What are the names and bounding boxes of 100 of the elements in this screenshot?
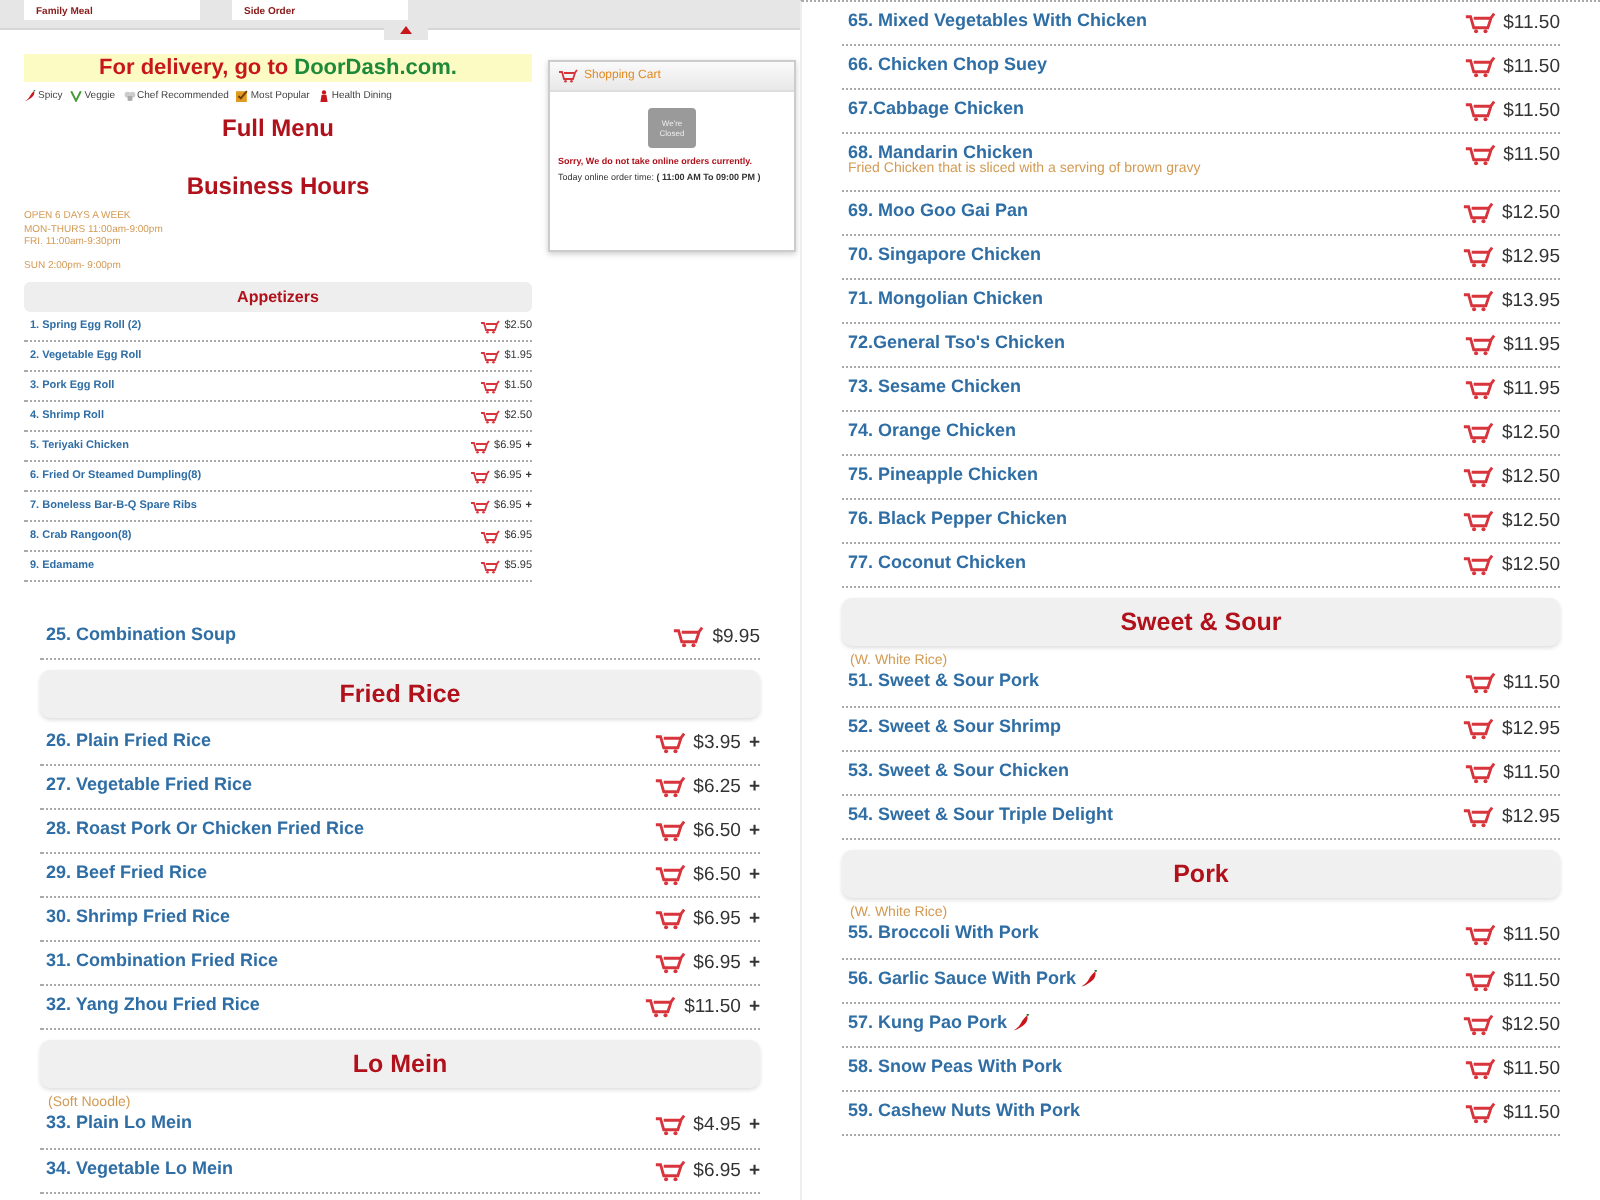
cart-icon[interactable]: [470, 499, 491, 513]
menu-item-name[interactable]: 59. Cashew Nuts With Pork: [848, 1100, 1080, 1120]
cart-icon[interactable]: [653, 1160, 686, 1182]
menu-item-name[interactable]: 65. Mixed Vegetables With Chicken: [848, 10, 1147, 30]
delivery-banner: For delivery, go to DoorDash.com.: [24, 54, 532, 82]
cart-icon[interactable]: [1463, 378, 1496, 400]
cart-icon[interactable]: [470, 469, 491, 483]
cart-icon[interactable]: [480, 319, 501, 333]
menu-item-name[interactable]: 26. Plain Fried Rice: [46, 730, 212, 750]
caret-icon: [400, 26, 412, 34]
cart-icon[interactable]: [1461, 1014, 1494, 1036]
cart-icon[interactable]: [1461, 806, 1494, 828]
item-price: $11.50: [1503, 762, 1560, 784]
cart-icon[interactable]: [1463, 12, 1496, 34]
chef-hat-icon: [123, 90, 136, 102]
menu-item-name[interactable]: 68. Mandarin Chicken: [848, 142, 1034, 162]
cart-icon[interactable]: [1461, 202, 1494, 224]
cart-icon[interactable]: [480, 529, 501, 543]
item-price: $11.50: [1503, 970, 1560, 992]
menu-item-name[interactable]: 77. Coconut Chicken: [848, 552, 1027, 572]
cart-icon[interactable]: [470, 439, 491, 453]
cart-icon[interactable]: [653, 864, 686, 886]
cart-icon[interactable]: [1461, 466, 1494, 488]
cart-icon[interactable]: [1463, 334, 1496, 356]
cart-icon[interactable]: [480, 379, 501, 393]
menu-item-name[interactable]: 53. Sweet & Sour Chicken: [848, 760, 1070, 780]
menu-item-name[interactable]: 76. Black Pepper Chicken: [848, 508, 1068, 528]
menu-item-name[interactable]: 33. Plain Lo Mein: [46, 1112, 193, 1132]
cart-icon[interactable]: [644, 996, 677, 1018]
hours-title: Business Hours: [184, 172, 372, 200]
item-price: $3.95: [693, 732, 741, 754]
menu-item-name[interactable]: 71. Mongolian Chicken: [848, 288, 1044, 308]
cart-icon[interactable]: [480, 349, 501, 363]
cart-icon[interactable]: [1461, 246, 1494, 268]
collapse-tab[interactable]: [384, 24, 428, 40]
menu-item-name[interactable]: 67.Cabbage Chicken: [848, 98, 1025, 118]
options-mark: +: [748, 908, 760, 930]
cart-icon[interactable]: [672, 626, 705, 648]
menu-item-name[interactable]: 52. Sweet & Sour Shrimp: [848, 716, 1062, 736]
cart-icon[interactable]: [1463, 100, 1496, 122]
cart-icon[interactable]: [653, 952, 686, 974]
cart-icon[interactable]: [1461, 510, 1494, 532]
menu-item-name[interactable]: 30. Shrimp Fried Rice: [46, 906, 231, 926]
section-header: Fried Rice: [40, 670, 760, 718]
cart-icon[interactable]: [1463, 672, 1496, 694]
options-mark: +: [748, 820, 760, 842]
cart-icon[interactable]: [1461, 290, 1494, 312]
item-price: $11.50: [684, 996, 741, 1018]
menu-item-name[interactable]: 57. Kung Pao Pork: [848, 1012, 1008, 1032]
menu-item-name[interactable]: 29. Beef Fried Rice: [46, 862, 208, 882]
cart-icon[interactable]: [1463, 1058, 1496, 1080]
menu-item-name[interactable]: 51. Sweet & Sour Pork: [848, 670, 1040, 690]
item-price: $12.50: [1501, 554, 1560, 576]
item-price: $11.95: [1503, 334, 1560, 356]
cart-icon[interactable]: [1463, 970, 1496, 992]
cart-icon[interactable]: [1461, 718, 1494, 740]
cart-icon[interactable]: [1463, 762, 1496, 784]
options-mark: +: [748, 1114, 760, 1136]
menu-item-name[interactable]: 56. Garlic Sauce With Pork: [848, 968, 1076, 988]
cart-icon[interactable]: [1463, 144, 1496, 166]
menu-item-name[interactable]: 28. Roast Pork Or Chicken Fried Rice: [46, 818, 365, 838]
menu-item-name[interactable]: 55. Broccoli With Pork: [848, 922, 1039, 942]
delivery-link[interactable]: DoorDash.com.: [294, 56, 457, 80]
cart-icon[interactable]: [653, 1114, 686, 1136]
cart-icon[interactable]: [1463, 1102, 1496, 1124]
item-price: $6.25: [693, 776, 741, 798]
menu-item-name[interactable]: 73. Sesame Chicken: [848, 376, 1022, 396]
cart-icon[interactable]: [653, 732, 686, 754]
menu-item-name[interactable]: 34. Vegetable Lo Mein: [46, 1158, 234, 1178]
cart-icon[interactable]: [1463, 56, 1496, 78]
item-price: $12.50: [1501, 202, 1560, 224]
cart-icon[interactable]: [480, 409, 501, 423]
cart-icon[interactable]: [1463, 924, 1496, 946]
item-price: $12.50: [1501, 1014, 1560, 1036]
item-price: $12.50: [1501, 510, 1560, 532]
menu-item-name[interactable]: 31. Combination Fried Rice: [46, 950, 279, 970]
cart-icon[interactable]: [653, 908, 686, 930]
cart-icon[interactable]: [653, 776, 686, 798]
cart-icon[interactable]: [1461, 422, 1494, 444]
section-header: Sweet & Sour: [842, 598, 1560, 646]
cart-icon[interactable]: [1461, 554, 1494, 576]
options-mark: +: [748, 1160, 760, 1182]
menu-item-name[interactable]: 54. Sweet & Sour Triple Delight: [848, 804, 1114, 824]
item-price: $6.50: [693, 820, 741, 842]
menu-item-name[interactable]: 70. Singapore Chicken: [848, 244, 1042, 264]
menu-item-name[interactable]: 32. Yang Zhou Fried Rice: [46, 994, 260, 1014]
menu-item-name[interactable]: 25. Combination Soup: [46, 624, 237, 644]
item-price: $12.50: [1501, 466, 1560, 488]
menu-item-name[interactable]: 27. Vegetable Fried Rice: [46, 774, 253, 794]
menu-item-name[interactable]: 74. Orange Chicken: [848, 420, 1017, 440]
menu-item-name[interactable]: 69. Moo Goo Gai Pan: [848, 200, 1029, 220]
menu-item-name[interactable]: 72.General Tso's Chicken: [848, 332, 1066, 352]
menu-item-name[interactable]: 75. Pineapple Chicken: [848, 464, 1039, 484]
cart-icon[interactable]: [480, 559, 501, 573]
menu-item-name[interactable]: 66. Chicken Chop Suey: [848, 54, 1048, 74]
item-price: $6.95: [693, 952, 741, 974]
menu-item-name[interactable]: 58. Snow Peas With Pork: [848, 1056, 1062, 1076]
cart-icon[interactable]: [558, 68, 578, 84]
item-price: $11.50: [1503, 1058, 1560, 1080]
cart-icon[interactable]: [653, 820, 686, 842]
